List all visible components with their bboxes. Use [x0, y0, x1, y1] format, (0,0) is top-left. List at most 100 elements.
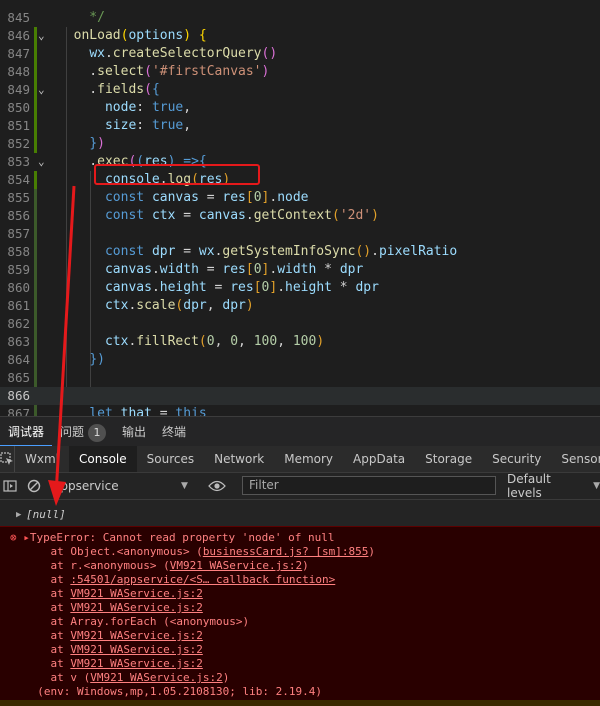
tab-output[interactable]: 输出: [114, 417, 154, 447]
source-link[interactable]: VM921 WAService.js:2: [90, 671, 222, 684]
code-line[interactable]: 860 canvas.height = res[0].height * dpr: [0, 279, 600, 297]
fold-chevron-icon[interactable]: ⌄: [38, 81, 45, 99]
code-line[interactable]: 862: [0, 315, 600, 333]
devtools-tab-memory[interactable]: Memory: [274, 446, 343, 472]
log-levels-select[interactable]: Default levels ▼: [507, 472, 600, 500]
devtools-tab-sources[interactable]: Sources: [137, 446, 204, 472]
code-token: 0: [253, 190, 262, 205]
live-expression-button[interactable]: [208, 473, 226, 499]
code-line[interactable]: 846 ⌄ onLoad(options) {: [0, 27, 600, 45]
source-link[interactable]: VM921 WAService.js:2: [70, 629, 202, 642]
null-log-text: [null]: [26, 508, 66, 521]
code-line[interactable]: 867 let that = this: [0, 405, 600, 416]
context-select[interactable]: appservice ▼: [53, 473, 193, 499]
expand-arrow-icon[interactable]: ▶: [16, 506, 21, 524]
devtools-tabs: Wxml Console Sources Network Memory AppData St…: [0, 446, 600, 473]
error-text: at Object.<anonymous> (: [24, 545, 203, 558]
code-line[interactable]: 847 wx.createSelectorQuery(): [0, 45, 600, 63]
code-token: 0: [230, 334, 239, 349]
source-link[interactable]: VM921 WAService.js:2: [70, 601, 202, 614]
line-number: 851: [7, 118, 30, 133]
code-line[interactable]: 855 const canvas = res[0].node: [0, 189, 600, 207]
devtools-tab-console[interactable]: Console: [69, 446, 137, 472]
code-text: const canvas = res[0].node: [58, 189, 309, 207]
filter-input[interactable]: Filter: [242, 476, 496, 495]
code-token: 100: [292, 334, 317, 349]
error-stack-line: (env: Windows,mp,1.05.2108130; lib: 2.19…: [24, 685, 322, 699]
tab-issues[interactable]: 问题 1: [52, 417, 114, 447]
console-log-row[interactable]: ▶ [null]: [0, 506, 600, 524]
devtools-tab-network[interactable]: Network: [204, 446, 274, 472]
code-token: dpr: [355, 280, 379, 295]
source-link[interactable]: VM921 WAService.js:2: [170, 559, 302, 572]
code-line[interactable]: 857: [0, 225, 600, 243]
code-line[interactable]: 866: [0, 387, 600, 405]
code-line[interactable]: 863 ctx.fillRect(0, 0, 100, 100): [0, 333, 600, 351]
code-token: options: [128, 28, 184, 43]
fold-chevron-icon[interactable]: ⌄: [38, 27, 45, 45]
devtools-tab-security[interactable]: Security: [482, 446, 551, 472]
code-line[interactable]: 856 const ctx = canvas.getContext('2d'): [0, 207, 600, 225]
source-link[interactable]: VM921 WAService.js:2: [70, 587, 202, 600]
error-message: ⊗ ▸TypeError: Cannot read property 'node…: [0, 526, 600, 706]
code-token: .: [58, 64, 98, 79]
code-token: .: [371, 244, 379, 259]
code-line[interactable]: 854 console.log(res): [0, 171, 600, 189]
code-token: .: [151, 262, 160, 277]
code-token: [: [253, 280, 262, 295]
code-line[interactable]: 848 .select('#firstCanvas'): [0, 63, 600, 81]
code-line[interactable]: 849 ⌄ .fields({: [0, 81, 600, 99]
code-token: createSelectorQuery: [112, 46, 262, 61]
line-number: 857: [7, 226, 30, 241]
devtools-tab-wxml[interactable]: Wxml: [15, 446, 69, 472]
source-link[interactable]: VM921 WAService.js:2: [70, 643, 202, 656]
code-line[interactable]: 864 }): [0, 351, 600, 369]
code-token: canvas: [104, 262, 152, 277]
code-line[interactable]: 851 size: true,: [0, 117, 600, 135]
devtools-tab-storage[interactable]: Storage: [415, 446, 482, 472]
source-link[interactable]: VM921 WAService.js:2: [70, 657, 202, 670]
code-token: ,: [183, 100, 192, 115]
tab-terminal[interactable]: 终端: [154, 417, 194, 447]
code-line[interactable]: 858 const dpr = wx.getSystemInfoSync().p…: [0, 243, 600, 261]
error-icon[interactable]: ⊗ ▸: [10, 531, 30, 544]
fold-chevron-icon[interactable]: ⌄: [38, 153, 45, 171]
devtools-tab-sensor[interactable]: Sensor: [551, 446, 600, 472]
code-line[interactable]: 845 */: [0, 9, 600, 27]
code-token: .: [151, 280, 160, 295]
tab-debugger[interactable]: 调试器: [0, 417, 53, 447]
code-text: }): [58, 351, 105, 369]
panel-tabs: 调试器 问题 1 输出 终端: [0, 416, 600, 447]
source-link[interactable]: businessCard.js? [sm]:855: [203, 545, 369, 558]
code-editor[interactable]: 845 */846 ⌄ onLoad(options) {847 wx.creat…: [0, 0, 600, 416]
line-number: 850: [7, 100, 30, 115]
inspect-element-button[interactable]: [0, 446, 15, 472]
code-line[interactable]: 850 node: true,: [0, 99, 600, 117]
code-line[interactable]: 861 ctx.scale(dpr, dpr): [0, 297, 600, 315]
code-line[interactable]: 853 ⌄ .exec((res) =>{: [0, 153, 600, 171]
code-token: .: [104, 46, 113, 61]
code-line[interactable]: 859 canvas.width = res[0].width * dpr: [0, 261, 600, 279]
devtools-tab-appdata[interactable]: AppData: [343, 446, 415, 472]
code-token: =: [175, 208, 199, 223]
code-line[interactable]: 865: [0, 369, 600, 387]
code-line[interactable]: 852 }): [0, 135, 600, 153]
error-stack-line: at VM921 WAService.js:2: [24, 657, 202, 671]
code-token: select: [97, 64, 145, 79]
eye-icon: [208, 480, 226, 492]
line-number: 858: [7, 244, 30, 259]
clear-console-button[interactable]: [27, 473, 41, 499]
source-link[interactable]: :54501/appservice/<S… callback function>: [70, 573, 335, 586]
code-text: const ctx = canvas.getContext('2d'): [58, 207, 379, 225]
sidebar-toggle-button[interactable]: [3, 473, 17, 499]
code-text: ctx.scale(dpr, dpr): [58, 297, 254, 315]
